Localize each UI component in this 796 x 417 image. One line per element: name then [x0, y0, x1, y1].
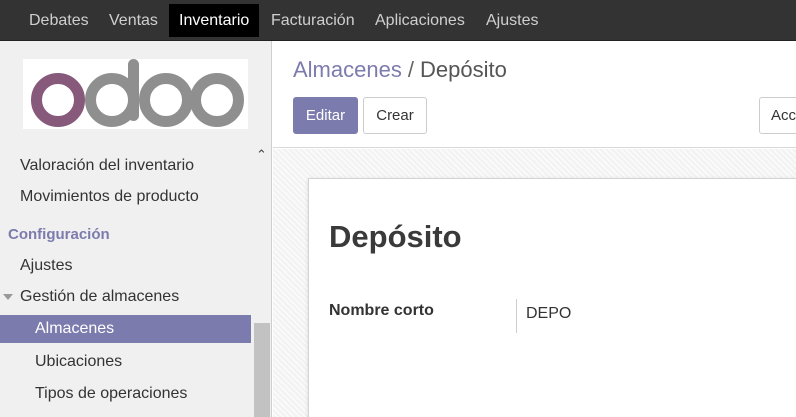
breadcrumb: Almacenes / Depósito: [293, 57, 507, 83]
control-panel: Almacenes / Depósito Editar Crear Acc: [273, 41, 796, 148]
sidebar-scrollbar-thumb[interactable]: [254, 323, 270, 417]
sidebar-item-almacenes[interactable]: Almacenes: [0, 315, 251, 343]
field-divider: [516, 299, 517, 333]
sidebar: ⌃ Valoración del inventario Movimientos …: [0, 41, 272, 417]
menu-facturacion[interactable]: Facturación: [262, 4, 364, 37]
record-title: Depósito: [329, 219, 462, 254]
sidebar-item-gestion-almacenes[interactable]: Gestión de almacenes: [0, 283, 251, 311]
create-button[interactable]: Crear: [363, 97, 427, 134]
field-value-nombre-corto: DEPO: [526, 305, 572, 322]
caret-down-icon: [3, 294, 13, 300]
sidebar-item-valoracion[interactable]: Valoración del inventario: [0, 152, 251, 180]
sidebar-item-ubicaciones[interactable]: Ubicaciones: [0, 348, 251, 376]
menu-ventas[interactable]: Ventas: [100, 4, 167, 37]
edit-button[interactable]: Editar: [293, 97, 358, 134]
sidebar-section-configuracion: Configuración: [8, 226, 110, 243]
breadcrumb-current: Depósito: [419, 57, 507, 82]
menu-inventario[interactable]: Inventario: [169, 4, 260, 37]
breadcrumb-separator: /: [407, 57, 414, 82]
menu-ajustes[interactable]: Ajustes: [477, 4, 547, 37]
menu-aplicaciones[interactable]: Aplicaciones: [366, 4, 474, 37]
sidebar-item-movimientos[interactable]: Movimientos de producto: [0, 183, 251, 211]
form-sheet: Depósito Nombre corto DEPO: [308, 178, 796, 417]
company-logo[interactable]: [23, 59, 248, 129]
action-button[interactable]: Acc: [759, 97, 796, 134]
breadcrumb-parent-link[interactable]: Almacenes: [293, 57, 402, 82]
sidebar-item-tipos-operaciones[interactable]: Tipos de operaciones: [0, 380, 251, 408]
top-navbar: Debates Ventas Inventario Facturación Ap…: [0, 0, 796, 41]
menu-debates[interactable]: Debates: [20, 4, 98, 37]
sidebar-item-label: Gestión de almacenes: [20, 288, 180, 305]
chevron-up-icon[interactable]: ⌃: [252, 146, 271, 164]
form-view: Depósito Nombre corto DEPO: [273, 149, 796, 417]
odoo-logo-icon: [31, 59, 244, 127]
sidebar-item-ajustes[interactable]: Ajustes: [0, 252, 251, 280]
field-label-nombre-corto: Nombre corto: [329, 302, 434, 319]
